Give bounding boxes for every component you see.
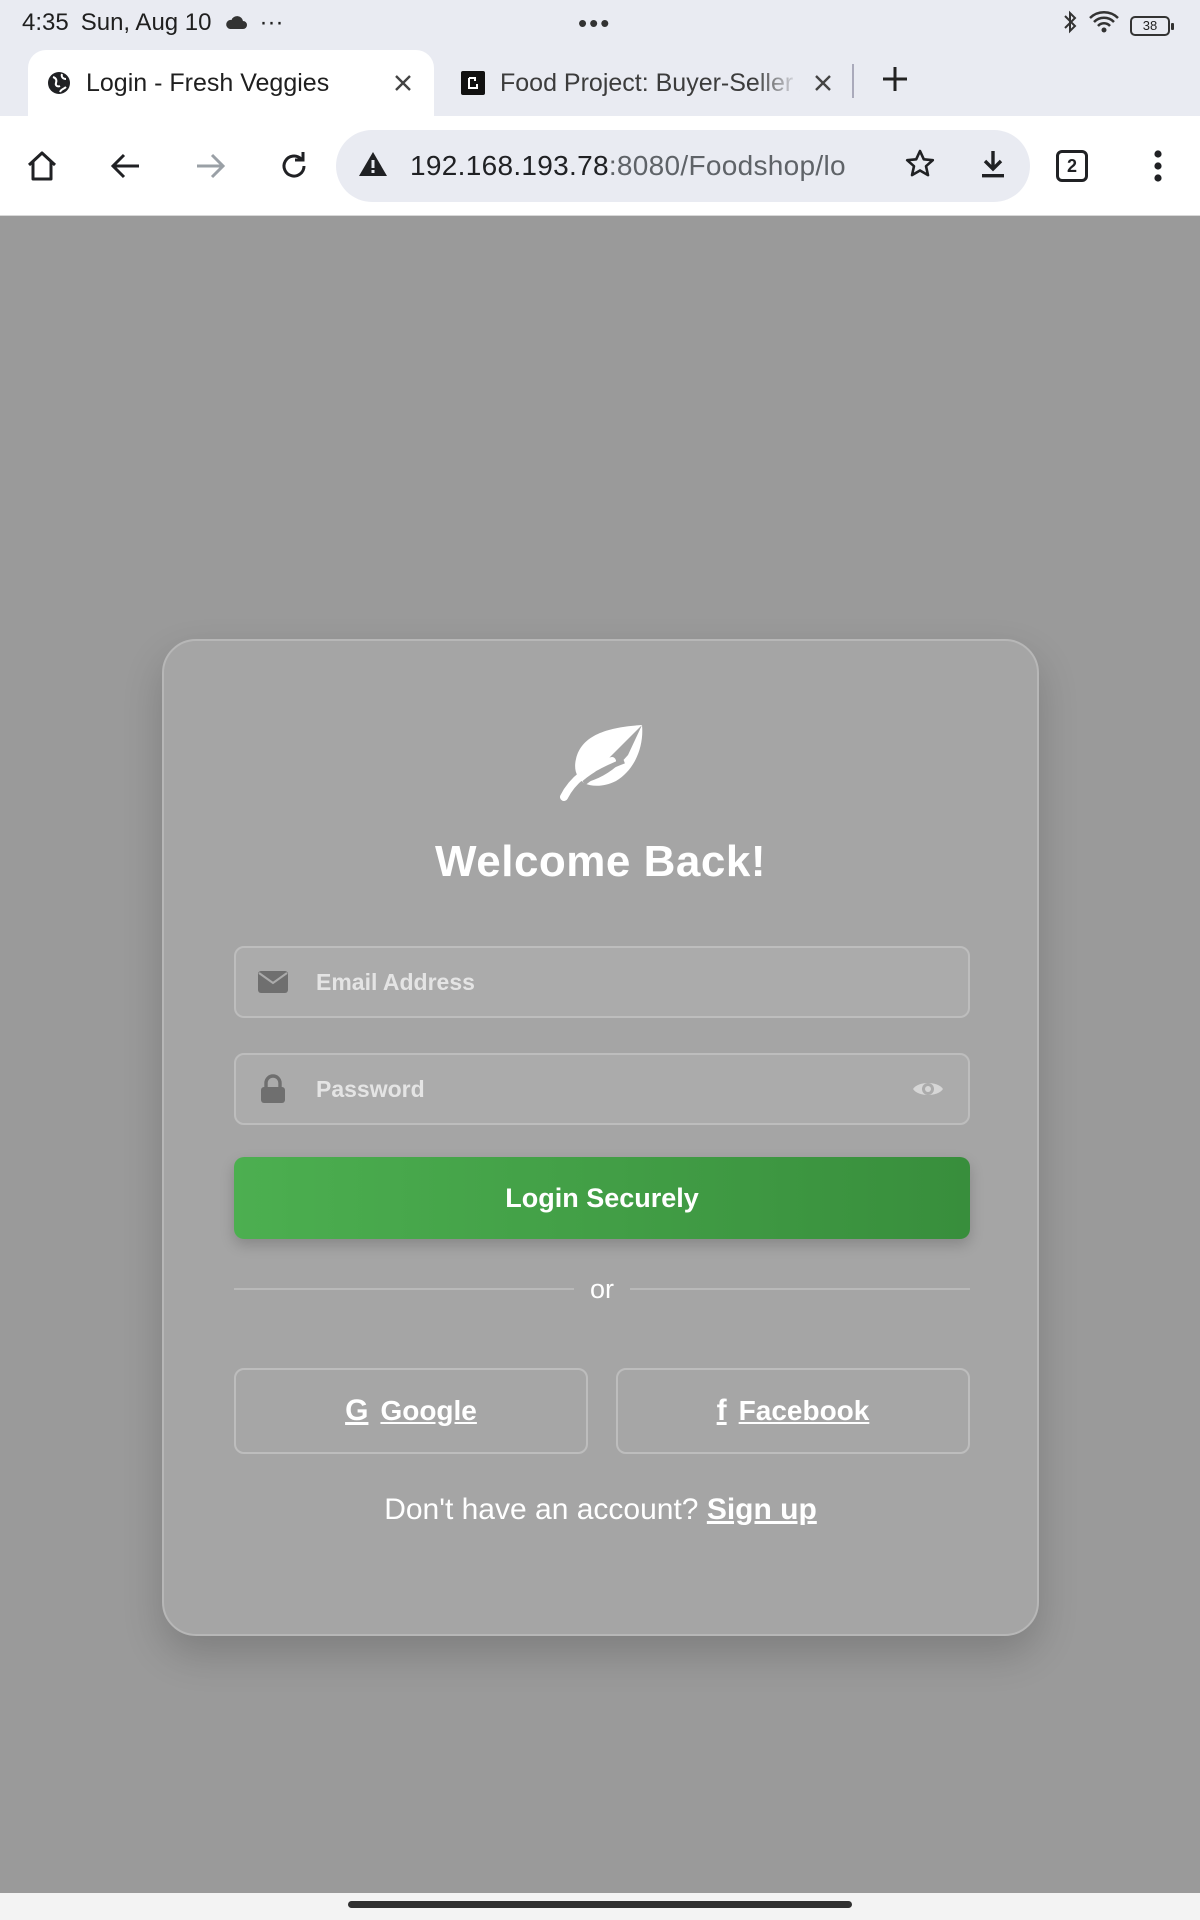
globe-icon: [46, 70, 72, 96]
tab-food-project[interactable]: Food Project: Buyer-Seller Ac: [448, 50, 848, 116]
status-date: Sun, Aug 10: [80, 9, 212, 36]
signup-prompt: Don't have an account?: [384, 1493, 699, 1526]
google-label: Google: [380, 1395, 477, 1426]
forward-button[interactable]: [184, 140, 236, 192]
gesture-nav-bar: [0, 1893, 1200, 1920]
tab-title: Login - Fresh Veggies: [86, 68, 330, 97]
page-title: Welcome Back!: [435, 837, 766, 886]
password-input[interactable]: [316, 1075, 910, 1103]
status-bar: 4:35 Sun, Aug 10 ··· ••• 38: [0, 0, 1200, 46]
close-icon[interactable]: [390, 70, 416, 96]
bookmark-star-icon[interactable]: [904, 148, 936, 185]
reload-icon: [282, 152, 306, 178]
arrow-right-icon: [197, 153, 226, 179]
arrow-left-icon: [110, 153, 139, 179]
home-icon: [27, 151, 57, 181]
browser-toolbar: 192.168.193.78:8080/Foodshop/lo 2: [0, 116, 1200, 216]
facebook-login-button[interactable]: f Facebook: [616, 1368, 970, 1454]
facebook-label: Facebook: [738, 1395, 870, 1426]
cloud-icon: [224, 9, 248, 37]
url-host: 192.168.193.78: [410, 150, 609, 181]
email-field[interactable]: [234, 946, 970, 1018]
divider-line: [630, 1288, 971, 1290]
download-icon[interactable]: [978, 148, 1008, 185]
login-button[interactable]: Login Securely: [234, 1157, 970, 1239]
divider-line: [234, 1288, 574, 1290]
status-center-dots: •••: [578, 8, 612, 38]
new-tab-button[interactable]: [872, 56, 918, 102]
tab-title: Food Project: Buyer-Seller Ac: [500, 68, 800, 97]
lock-icon: [258, 1074, 288, 1104]
url-path: :8080/Foodshop/lo: [608, 150, 846, 181]
login-card: Welcome Back! Login Securely or G Google: [162, 639, 1039, 1636]
status-left: 4:35 Sun, Aug 10 ···: [22, 9, 283, 37]
tab-login[interactable]: Login - Fresh Veggies: [28, 50, 434, 116]
status-right: 38: [1062, 10, 1174, 41]
back-button[interactable]: [100, 140, 152, 192]
home-indicator[interactable]: [348, 1901, 852, 1908]
envelope-icon: [258, 967, 288, 997]
email-input[interactable]: [316, 968, 946, 996]
signup-link[interactable]: Sign up: [707, 1493, 817, 1526]
password-field[interactable]: [234, 1053, 970, 1125]
status-more: ···: [259, 9, 284, 36]
bluetooth-icon: [1062, 10, 1078, 41]
leaf-icon: [560, 725, 643, 801]
site-favicon-icon: [460, 70, 486, 96]
or-divider: or: [234, 1269, 971, 1309]
eye-icon[interactable]: [910, 1074, 946, 1104]
more-vert-icon: [1154, 150, 1162, 182]
signup-row: Don't have an account? Sign up: [164, 1493, 1037, 1527]
menu-button[interactable]: [1132, 140, 1184, 192]
address-bar[interactable]: 192.168.193.78:8080/Foodshop/lo: [336, 130, 1030, 202]
wifi-icon: [1088, 10, 1120, 41]
facebook-icon: f: [716, 1394, 727, 1427]
close-icon[interactable]: [810, 70, 836, 96]
tab-switcher-button[interactable]: 2: [1056, 150, 1088, 182]
battery-icon: 38: [1130, 15, 1174, 36]
home-button[interactable]: [16, 140, 68, 192]
reload-button[interactable]: [268, 140, 320, 192]
url-text[interactable]: 192.168.193.78:8080/Foodshop/lo: [410, 150, 888, 182]
plus-icon: [883, 67, 907, 91]
status-time: 4:35: [22, 9, 69, 36]
tab-strip: Login - Fresh Veggies Food Project: Buye…: [0, 46, 1200, 116]
google-icon: G: [345, 1394, 369, 1427]
warning-icon[interactable]: [358, 150, 388, 183]
divider-text: or: [590, 1273, 615, 1304]
google-login-button[interactable]: G Google: [234, 1368, 588, 1454]
tab-separator: [852, 64, 854, 98]
page-content: Welcome Back! Login Securely or G Google: [0, 217, 1200, 1893]
